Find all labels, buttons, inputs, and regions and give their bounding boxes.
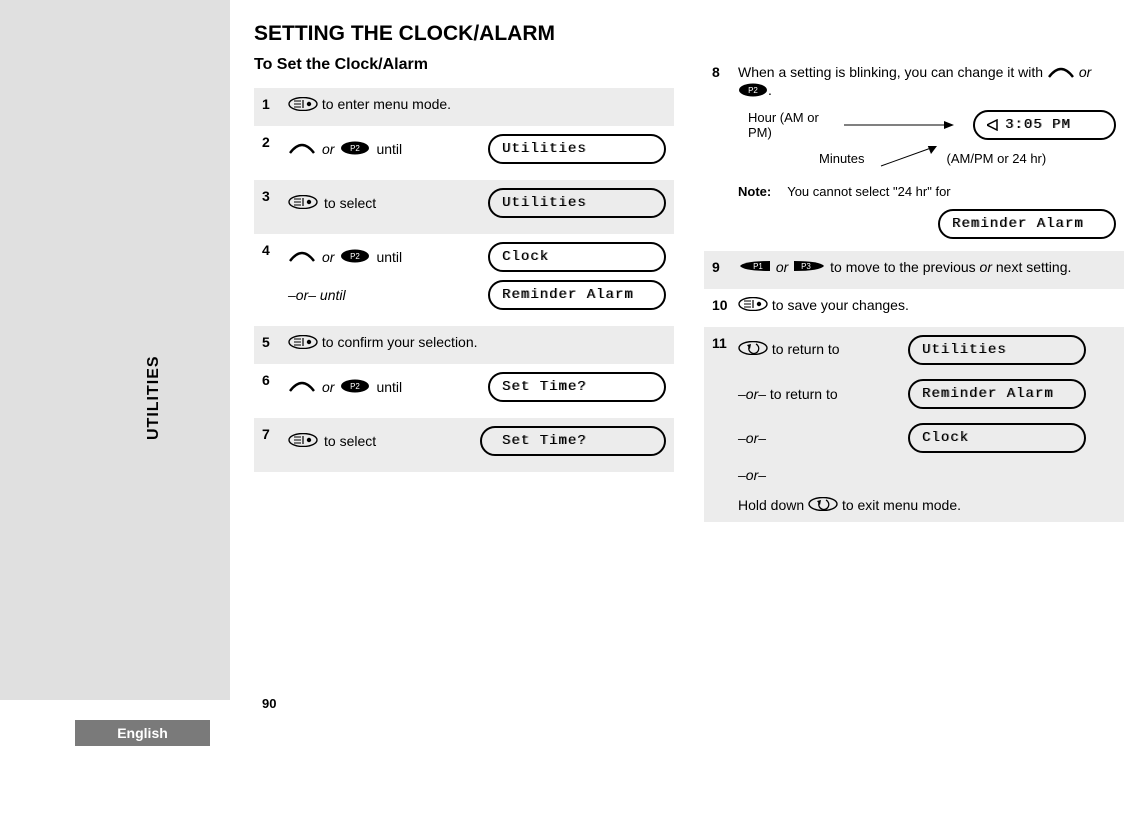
sidebar: UTILITIES English bbox=[0, 0, 230, 823]
step-1: 1 to enter menu mode. bbox=[254, 88, 674, 126]
arc-up-icon bbox=[288, 141, 316, 158]
p2-oval-icon: P2 bbox=[340, 141, 370, 158]
step-3: 3 to select Utilities bbox=[254, 180, 674, 234]
menu-select-icon bbox=[288, 335, 318, 352]
step-11: 11 to return to Utilities –or– to retur bbox=[704, 327, 1124, 523]
step-5: 5 to confirm your selection. bbox=[254, 326, 674, 364]
p3-oval-right-icon: P3 bbox=[792, 259, 826, 276]
lcd-utilities: Utilities bbox=[488, 134, 666, 164]
arc-up-icon bbox=[288, 379, 316, 396]
section-tab: UTILITIES bbox=[145, 355, 163, 440]
lcd-reminder: Reminder Alarm bbox=[938, 209, 1116, 239]
page-title: SETTING THE CLOCK/ALARM bbox=[254, 22, 1124, 46]
svg-text:P3: P3 bbox=[801, 262, 811, 271]
step-6: 6 or P2 until Set Time? bbox=[254, 364, 674, 418]
lcd-settime: Set Time? bbox=[488, 372, 666, 402]
lcd-clock: Clock bbox=[488, 242, 666, 272]
step-8: 8 When a setting is blinking, you can ch… bbox=[704, 56, 1124, 251]
menu-select-icon bbox=[288, 195, 318, 212]
step-2: 2 or P2 until Utilities bbox=[254, 126, 674, 180]
note-label: Note: bbox=[738, 184, 771, 199]
sidebar-bg bbox=[0, 0, 230, 700]
lcd-utilities: Utilities bbox=[488, 188, 666, 218]
right-column: 8 When a setting is blinking, you can ch… bbox=[704, 56, 1124, 522]
lcd-settime: Set Time? bbox=[480, 426, 666, 456]
step-7: 7 to select Set Time? bbox=[254, 418, 674, 472]
left-column: To Set the Clock/Alarm 1 to enter menu m… bbox=[254, 56, 674, 522]
arc-up-icon bbox=[1047, 65, 1075, 82]
svg-text:P2: P2 bbox=[748, 86, 758, 95]
p2-oval-icon: P2 bbox=[340, 379, 370, 396]
p1-oval-left-icon: P1 bbox=[738, 259, 772, 276]
subtitle: To Set the Clock/Alarm bbox=[254, 56, 674, 74]
page-number: 90 bbox=[262, 696, 276, 711]
step-9: 9 P1 or P3 to move to the previous or ne… bbox=[704, 251, 1124, 289]
lcd-reminder: Reminder Alarm bbox=[908, 379, 1086, 409]
lcd-reminder: Reminder Alarm bbox=[488, 280, 666, 310]
language-label: English bbox=[75, 720, 210, 746]
p2-oval-icon: P2 bbox=[340, 249, 370, 266]
arrow-icon bbox=[844, 117, 967, 133]
menu-select-icon bbox=[288, 433, 318, 450]
lcd-utilities: Utilities bbox=[908, 335, 1086, 365]
back-oval-icon bbox=[808, 497, 838, 514]
arrow-icon bbox=[871, 146, 941, 172]
menu-select-icon bbox=[738, 297, 768, 314]
svg-text:P2: P2 bbox=[351, 144, 361, 153]
svg-text:P1: P1 bbox=[753, 262, 763, 271]
step-10: 10 to save your changes. bbox=[704, 289, 1124, 327]
content: SETTING THE CLOCK/ALARM To Set the Clock… bbox=[254, 22, 1124, 522]
menu-select-icon bbox=[288, 97, 318, 114]
p2-oval-icon: P2 bbox=[738, 83, 768, 100]
svg-text:P2: P2 bbox=[351, 382, 361, 391]
lcd-time: 3:05 PM bbox=[973, 110, 1116, 140]
svg-text:P2: P2 bbox=[351, 252, 361, 261]
back-oval-icon bbox=[738, 341, 768, 358]
step-4: 4 or P2 until Clock bbox=[254, 234, 674, 326]
manual-page: UTILITIES English 90 SETTING THE CLOCK/A… bbox=[0, 0, 1144, 823]
lcd-clock: Clock bbox=[908, 423, 1086, 453]
arc-up-icon bbox=[288, 249, 316, 266]
